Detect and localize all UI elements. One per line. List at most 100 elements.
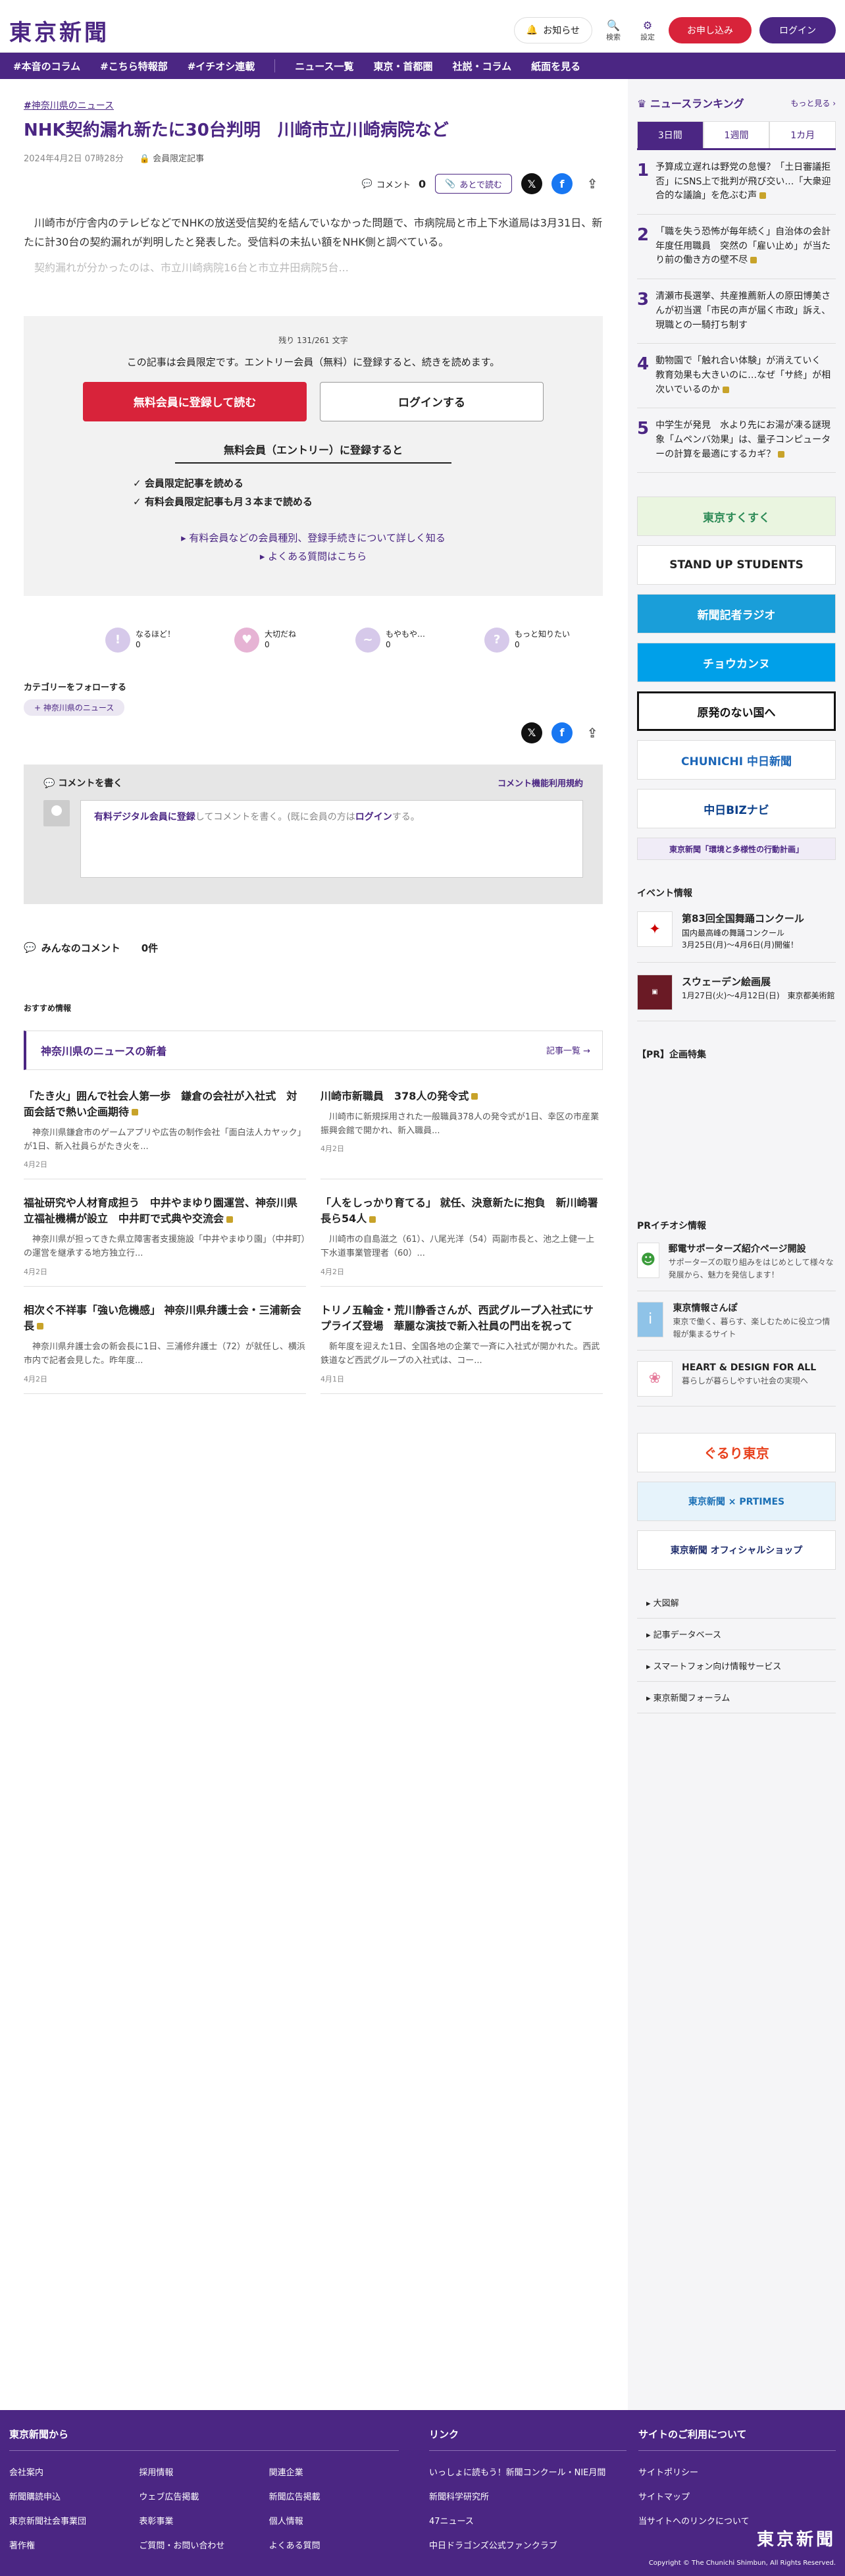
news-card[interactable]: 川崎市新職員 378人の発令式 川崎市に新規採用された一般職員378人の発令式が1…	[320, 1088, 603, 1180]
side-link[interactable]: ▸ 大図解	[637, 1587, 836, 1619]
reaction-count: 0	[515, 639, 520, 649]
tab-1week[interactable]: 1週間	[703, 121, 770, 148]
paywall-login-button[interactable]: ログインする	[320, 381, 544, 421]
footer-link[interactable]: 当サイトへのリンクについて	[638, 2514, 836, 2527]
footer-link[interactable]: サイトポリシー	[638, 2465, 836, 2478]
comment-field[interactable]: 有料デジタル会員に登録してコメントを書く。(既に会員の方はログインする。	[80, 799, 583, 878]
nav-item[interactable]: ニュース一覧	[295, 59, 353, 73]
banner-chokanu[interactable]: チョウカンヌ	[637, 643, 836, 683]
news-card[interactable]: 相次ぐ不祥事「強い危機感」 神奈川県弁護士会・三浦新会長 神奈川県弁護士会の新会長…	[24, 1302, 306, 1394]
side-link[interactable]: ▸ 東京新聞フォーラム	[637, 1682, 836, 1713]
side-link[interactable]: ▸ スマートフォン向け情報サービス	[637, 1650, 836, 1682]
share-icon[interactable]: ⇪	[582, 722, 603, 743]
pr-info-title: PRイチオシ情報	[637, 1220, 707, 1231]
share-icon[interactable]: ⇪	[582, 173, 603, 194]
facebook-share-icon[interactable]: f	[551, 173, 573, 195]
footer-link[interactable]: 著作権	[9, 2538, 139, 2551]
footer-link[interactable]: ご質問・お問い合わせ	[139, 2538, 269, 2551]
banner-gururi[interactable]: ぐるり東京	[637, 1432, 836, 1472]
x-share-icon[interactable]: 𝕏	[521, 722, 542, 743]
news-more-link[interactable]: 記事一覧 →	[546, 1044, 590, 1056]
tab-3days[interactable]: 3日間	[637, 121, 704, 148]
ranking-item[interactable]: 1 予算成立遅れは野党の怠慢？「土日審議拒否」にSNS上で批判が飛び交い…「大衆迎…	[637, 150, 836, 215]
reaction-bar: ! なるほど！ 0 ♥ 大切だね 0 ~ もやもや… 0 ? もっと知りたい 0	[24, 627, 603, 653]
search-button[interactable]: 🔍 検索	[600, 19, 627, 42]
nav-item[interactable]: #イチオシ連載	[188, 59, 255, 73]
news-date: 4月2日	[24, 1267, 47, 1276]
x-share-icon[interactable]: 𝕏	[521, 173, 542, 195]
faq-link[interactable]: ▸ よくある質問はこちら	[47, 547, 579, 566]
tab-1month[interactable]: 1カ月	[769, 121, 836, 148]
comment-rules-link[interactable]: コメント機能利用規約	[498, 776, 583, 790]
footer-link[interactable]: 採用情報	[139, 2465, 269, 2478]
footer-link[interactable]: よくある質問	[269, 2538, 399, 2551]
footer-logo[interactable]: 東京新聞	[757, 2526, 836, 2550]
footer-link[interactable]: 新聞科学研究所	[429, 2490, 627, 2502]
notification-button[interactable]: 🔔 お知らせ	[513, 17, 592, 43]
footer-link[interactable]: 新聞広告掲載	[269, 2490, 399, 2502]
footer-link[interactable]: 会社案内	[9, 2465, 139, 2478]
side-link[interactable]: ▸ 記事データベース	[637, 1619, 836, 1650]
comment-count[interactable]: 💬 コメント 0	[362, 178, 426, 190]
faq-label: よくある質問はこちら	[268, 550, 367, 563]
event-item[interactable]: ▣ スウェーデン絵画展 1月27日(火)〜4月12日(日) 東京都美術館	[637, 974, 836, 1021]
banner-chunichi[interactable]: CHUNICHI 中日新聞	[637, 740, 836, 780]
banner-genpatsu[interactable]: 原発のない国へ	[637, 691, 836, 732]
banner-standup[interactable]: STAND UP STUDENTS	[637, 545, 836, 585]
reaction-taisetsu[interactable]: ♥ 大切だね 0	[234, 627, 297, 653]
news-card[interactable]: トリノ五輪金・荒川静香さんが、西武グループ入社式にサプライズ登場 華麗な演技で新…	[320, 1302, 603, 1394]
region-link[interactable]: #神奈川県のニュース	[24, 99, 603, 112]
side-link-label: 大図解	[653, 1598, 679, 1609]
banner-prtimes[interactable]: 東京新聞 × PRTIMES	[637, 1481, 836, 1521]
event-item[interactable]: ✦ 第83回全国舞踊コンクール 国内最高峰の舞踊コンクール 3月25日(月)〜4月6日…	[637, 911, 836, 963]
pr-item[interactable]: ☻ 郵電サポーターズ紹介ページ開設 サポーターズの取り組みをはじめとして様々な発展か…	[637, 1242, 836, 1291]
ranking-more-link[interactable]: もっと見る ›	[790, 97, 836, 109]
comment-login-link[interactable]: ログイン	[355, 812, 392, 822]
ranking-item[interactable]: 3 清瀬市長選挙、共産推薦新人の原田博美さんが初当選「市民の声が届く市政」訴え、現…	[637, 279, 836, 344]
news-card[interactable]: 「たき火」囲んで社会人第一歩 鎌倉の会社が入社式 対面会話で熱い企画期待 神奈川県…	[24, 1088, 306, 1180]
settings-button[interactable]: ⚙ 設定	[634, 19, 661, 42]
news-date: 4月2日	[24, 1374, 47, 1383]
register-button[interactable]: 無料会員に登録して読む	[83, 381, 307, 421]
nav-item[interactable]: 社説・コラム	[453, 59, 512, 73]
reaction-motto[interactable]: ? もっと知りたい 0	[484, 627, 570, 653]
banner-sukusuku[interactable]: 東京すくすく	[637, 496, 836, 537]
nav-item[interactable]: #本音のコラム	[13, 59, 80, 73]
banner-biznavi[interactable]: 中日BIZナビ	[637, 789, 836, 829]
footer-link[interactable]: 東京新聞社会事業団	[9, 2514, 139, 2527]
reaction-moyamoya[interactable]: ~ もやもや… 0	[355, 627, 425, 653]
category-tag[interactable]: + 神奈川県のニュース	[24, 699, 125, 716]
news-card[interactable]: 「人をしっかり育てる」 就任、決意新たに抱負 新川崎署長ら54人 川崎市の自島滋之…	[320, 1195, 603, 1287]
ranking-item[interactable]: 5 中学生が発見 水より先にお湯が凍る謎現象「ムペンバ効果」は、量子コンピューター…	[637, 408, 836, 473]
nav-item[interactable]: #こちら特報部	[100, 59, 168, 73]
ranking-item[interactable]: 4 動物園で「触れ合い体験」が消えていく 教育効果も大きいのに…なぜ「サ終」が相次…	[637, 344, 836, 409]
nav-item[interactable]: 東京・首都圏	[374, 59, 433, 73]
pr-item[interactable]: ❀ HEART & DESIGN FOR ALL 暮らしが暮らしやすい社会の実現へ	[637, 1360, 836, 1407]
footer-link[interactable]: 中日ドラゴンズ公式ファンクラブ	[429, 2538, 627, 2551]
footer-link[interactable]: 新聞購読申込	[9, 2490, 139, 2502]
pr-item[interactable]: i 東京情報さんぽ 東京で働く、暮らす、楽しむために役立つ情報が集まるサイト	[637, 1301, 836, 1351]
banner-radio[interactable]: 新聞記者ラジオ	[637, 594, 836, 634]
footer-link[interactable]: 47ニュース	[429, 2514, 627, 2527]
banner-shop[interactable]: 東京新聞 オフィシャルショップ	[637, 1530, 836, 1570]
reaction-label: 大切だね	[265, 630, 297, 639]
footer-link[interactable]: 関連企業	[269, 2465, 399, 2478]
news-card[interactable]: 福祉研究や人材育成担う 中井やまゆり園運営、神奈川県立福祉機構が設立 中井町で式…	[24, 1195, 306, 1287]
register-link[interactable]: 有料デジタル会員に登録	[94, 812, 195, 822]
ranking-item[interactable]: 2 「職を失う恐怖が毎年続く」自治体の会計年度任用職員 突然の「雇い止め」が当たり…	[637, 215, 836, 280]
footer-link[interactable]: サイトマップ	[638, 2490, 836, 2502]
footer-link[interactable]: 表彰事業	[139, 2514, 269, 2527]
facebook-share-icon[interactable]: f	[551, 722, 573, 743]
footer-link[interactable]: ウェブ広告掲載	[139, 2490, 269, 2502]
paywall-links: ▸ 有料会員などの会員種別、登録手続きについて詳しく知る ▸ よくある質問はこち…	[47, 529, 579, 566]
site-logo[interactable]: 東京新聞	[9, 14, 109, 47]
footer-link[interactable]: 個人情報	[269, 2514, 399, 2527]
nav-item[interactable]: 紙面を見る	[531, 59, 580, 73]
footer-link[interactable]: いっしょに読もう！新聞コンクール・NIE月間	[429, 2465, 627, 2478]
read-later-button[interactable]: 📎 あとで読む	[435, 174, 512, 194]
member-info-link[interactable]: ▸ 有料会員などの会員種別、登録手続きについて詳しく知る	[47, 529, 579, 548]
apply-button[interactable]: お申し込み	[669, 17, 752, 43]
reaction-naruhodo[interactable]: ! なるほど！ 0	[105, 627, 175, 653]
banner-diversity[interactable]: 東京新聞「環境と多様性の行動計画」	[637, 838, 836, 861]
login-button[interactable]: ログイン	[759, 17, 836, 43]
